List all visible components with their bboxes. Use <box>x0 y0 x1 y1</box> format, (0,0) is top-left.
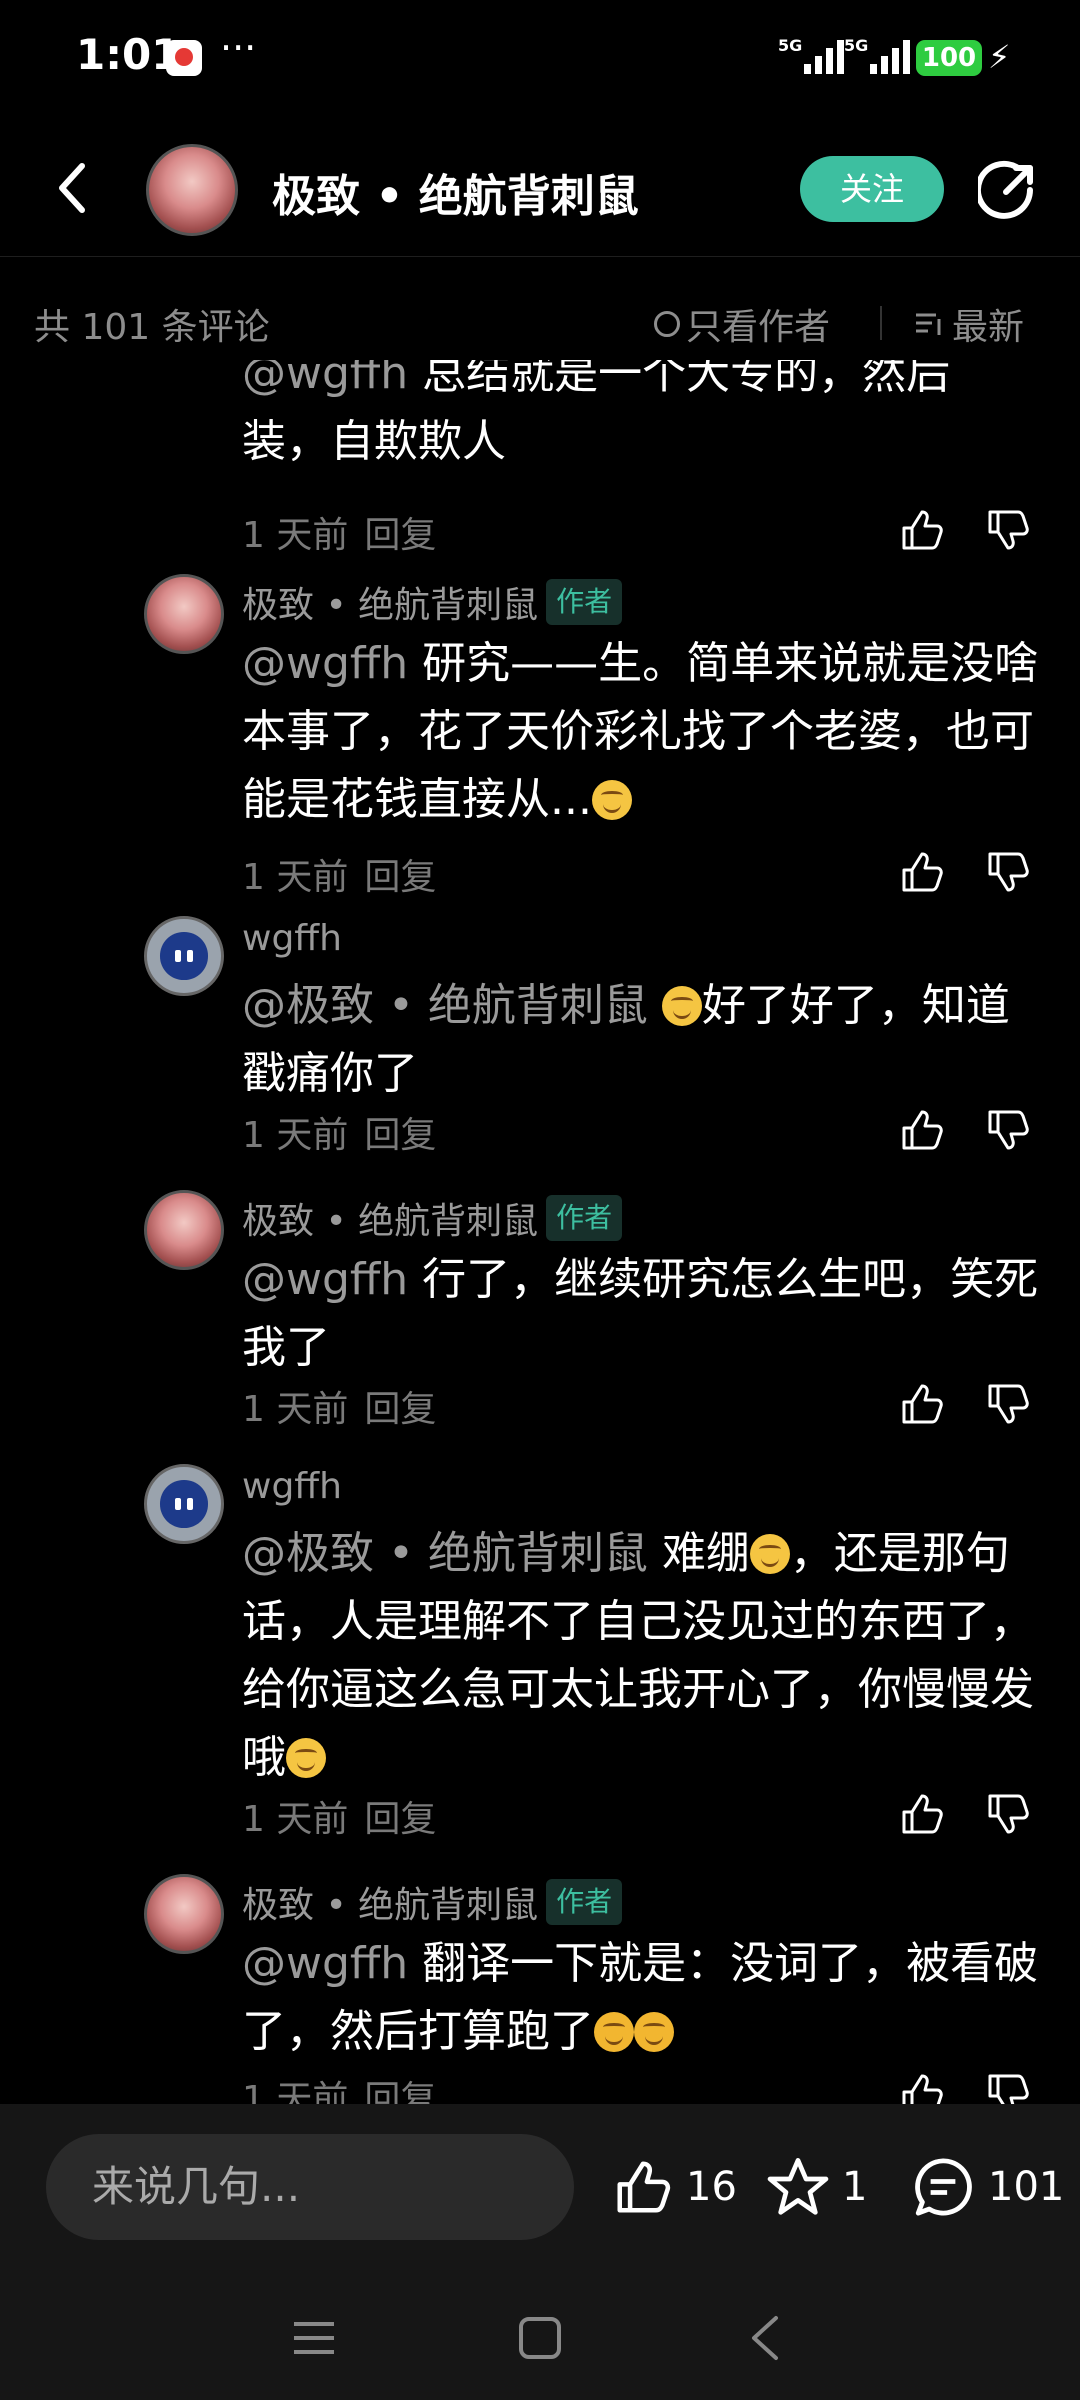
thumbs-down-icon[interactable] <box>984 1106 1032 1154</box>
bottom-action-bar: 来说几句... 16 1 101 <box>0 2104 1080 2270</box>
sort-icon <box>916 313 941 335</box>
share-icon[interactable] <box>978 160 1038 220</box>
sort-button[interactable]: 最新 <box>914 298 1024 350</box>
sort-label: 最新 <box>952 307 1025 348</box>
reply-button[interactable]: 回复 <box>364 1799 436 1840</box>
avatar[interactable] <box>144 574 224 654</box>
clock: 1:01 <box>76 30 181 79</box>
charging-icon: ⚡ <box>988 38 1011 76</box>
comment-meta: 1 天前 回复 <box>242 1380 436 1432</box>
smirk-emoji-icon <box>661 986 702 1026</box>
comment-text: @wgffh 总结就是一个大专的，然后 装，自欺欺人 <box>242 360 951 467</box>
map-app-icon <box>166 40 202 76</box>
smirk-emoji-icon <box>591 780 632 820</box>
author-only-label: 只看作者 <box>686 307 831 348</box>
thumbs-up-icon[interactable] <box>898 506 946 554</box>
battery-icon: 100 <box>916 40 982 76</box>
comment-meta: 1 天前 回复 <box>242 506 436 558</box>
author-only-toggle[interactable]: 只看作者 <box>654 298 830 350</box>
comment-time: 1 天前 <box>242 857 349 898</box>
thumbs-up-icon <box>617 2161 671 2213</box>
thumbs-up-icon[interactable] <box>898 848 946 896</box>
comment-time: 1 天前 <box>242 2079 349 2104</box>
back-icon[interactable] <box>52 158 92 218</box>
comment-time: 1 天前 <box>242 515 349 556</box>
comment-time: 1 天前 <box>242 1799 349 1840</box>
menu-icon[interactable] <box>292 2318 336 2358</box>
comment-meta: 1 天前 回复 <box>242 2070 436 2104</box>
reply-button[interactable]: 回复 <box>364 857 436 898</box>
radio-circle-icon <box>654 311 680 337</box>
commenter-name[interactable]: 极致 • 绝航背刺鼠 作者 <box>242 1192 623 1244</box>
comment-text: @wgffh 研究——生。简单来说就是没啥本事了，花了天价彩礼找了个老婆，也可能是… <box>242 638 1039 825</box>
thumbs-down-icon[interactable] <box>984 2070 1032 2104</box>
commenter-name[interactable]: 极致 • 绝航背刺鼠 作者 <box>242 1876 623 1928</box>
laughing-emoji-icon <box>594 2012 634 2052</box>
home-icon[interactable] <box>518 2316 562 2360</box>
avatar[interactable] <box>144 1464 224 1544</box>
comment-text: @极致 • 绝航背刺鼠 好了好了，知道戳痛你了 <box>242 980 1010 1099</box>
avatar[interactable] <box>144 916 224 996</box>
like-count: 16 <box>686 2164 737 2210</box>
commenter-name[interactable]: wgffh <box>242 1466 342 1507</box>
smirk-emoji-icon <box>286 1738 326 1778</box>
comment-time: 1 天前 <box>242 1115 349 1156</box>
reply-button[interactable]: 回复 <box>364 515 436 556</box>
comment-meta: 1 天前 回复 <box>242 1106 436 1158</box>
star-icon <box>767 2158 829 2215</box>
thumbs-down-icon[interactable] <box>984 506 1032 554</box>
status-bar: 1:01 ··· 5G 5G 100 ⚡ <box>0 0 1080 120</box>
page-title: 极致 • 绝航背刺鼠 <box>272 171 639 222</box>
top-bar: 极致 • 绝航背刺鼠 关注 <box>0 130 1080 257</box>
avatar[interactable] <box>144 1874 224 1954</box>
comment-list[interactable]: @wgffh 总结就是一个大专的，然后 装，自欺欺人 1 天前 回复 极致 • 绝航… <box>0 360 1080 2104</box>
thumbs-up-icon[interactable] <box>898 2070 946 2104</box>
favorite-count: 1 <box>842 2164 868 2210</box>
comments-button[interactable]: 101 <box>910 2152 1064 2222</box>
divider <box>880 306 882 340</box>
comment-text: @极致 • 绝航背刺鼠 难绷 ，还是那句话，人是理解不了自己没见过的东西了，给你逼这… <box>242 1528 1034 1783</box>
commenter-name[interactable]: 极致 • 绝航背刺鼠 作者 <box>242 576 623 628</box>
comment-count: 共 101 条评论 <box>34 307 270 348</box>
comment-text: @wgffh 行了，继续研究怎么生吧，笑死我了 <box>242 1254 1039 1373</box>
follow-button[interactable]: 关注 <box>800 156 944 222</box>
comment-meta: 1 天前 回复 <box>242 848 436 900</box>
thumbs-up-icon[interactable] <box>898 1106 946 1154</box>
comment-time: 1 天前 <box>242 1389 349 1430</box>
commenter-name[interactable]: wgffh <box>242 918 342 959</box>
avatar[interactable] <box>144 1190 224 1270</box>
thumbs-down-icon[interactable] <box>984 848 1032 896</box>
thumbs-down-icon[interactable] <box>984 1380 1032 1428</box>
like-button[interactable]: 16 <box>612 2152 737 2222</box>
comment-meta: 1 天前 回复 <box>242 1790 436 1842</box>
author-avatar[interactable] <box>146 144 238 236</box>
reply-button[interactable]: 回复 <box>364 1389 436 1430</box>
back-nav-icon[interactable] <box>748 2314 782 2362</box>
system-nav-bar <box>0 2270 1080 2400</box>
comment-text: @wgffh 翻译一下就是：没词了，被看破了，然后打算跑了 <box>242 1938 1039 2057</box>
thumbs-up-icon[interactable] <box>898 1790 946 1838</box>
author-badge: 作者 <box>546 1879 623 1925</box>
reply-button[interactable]: 回复 <box>364 1115 436 1156</box>
reply-button[interactable]: 回复 <box>364 2079 436 2104</box>
author-badge: 作者 <box>546 1195 623 1241</box>
more-notifications-icon: ··· <box>220 26 257 70</box>
comment-input[interactable]: 来说几句... <box>46 2134 574 2240</box>
comment-count-total: 101 <box>988 2164 1065 2210</box>
favorite-button[interactable]: 1 <box>766 2152 867 2222</box>
author-badge: 作者 <box>546 579 623 625</box>
smirk-emoji-icon <box>749 1534 790 1574</box>
signal-icon: 5G <box>844 36 924 74</box>
thumbs-up-icon[interactable] <box>898 1380 946 1428</box>
comment-icon <box>915 2158 972 2216</box>
thumbs-down-icon[interactable] <box>984 1790 1032 1838</box>
laughing-emoji-icon <box>634 2012 674 2052</box>
